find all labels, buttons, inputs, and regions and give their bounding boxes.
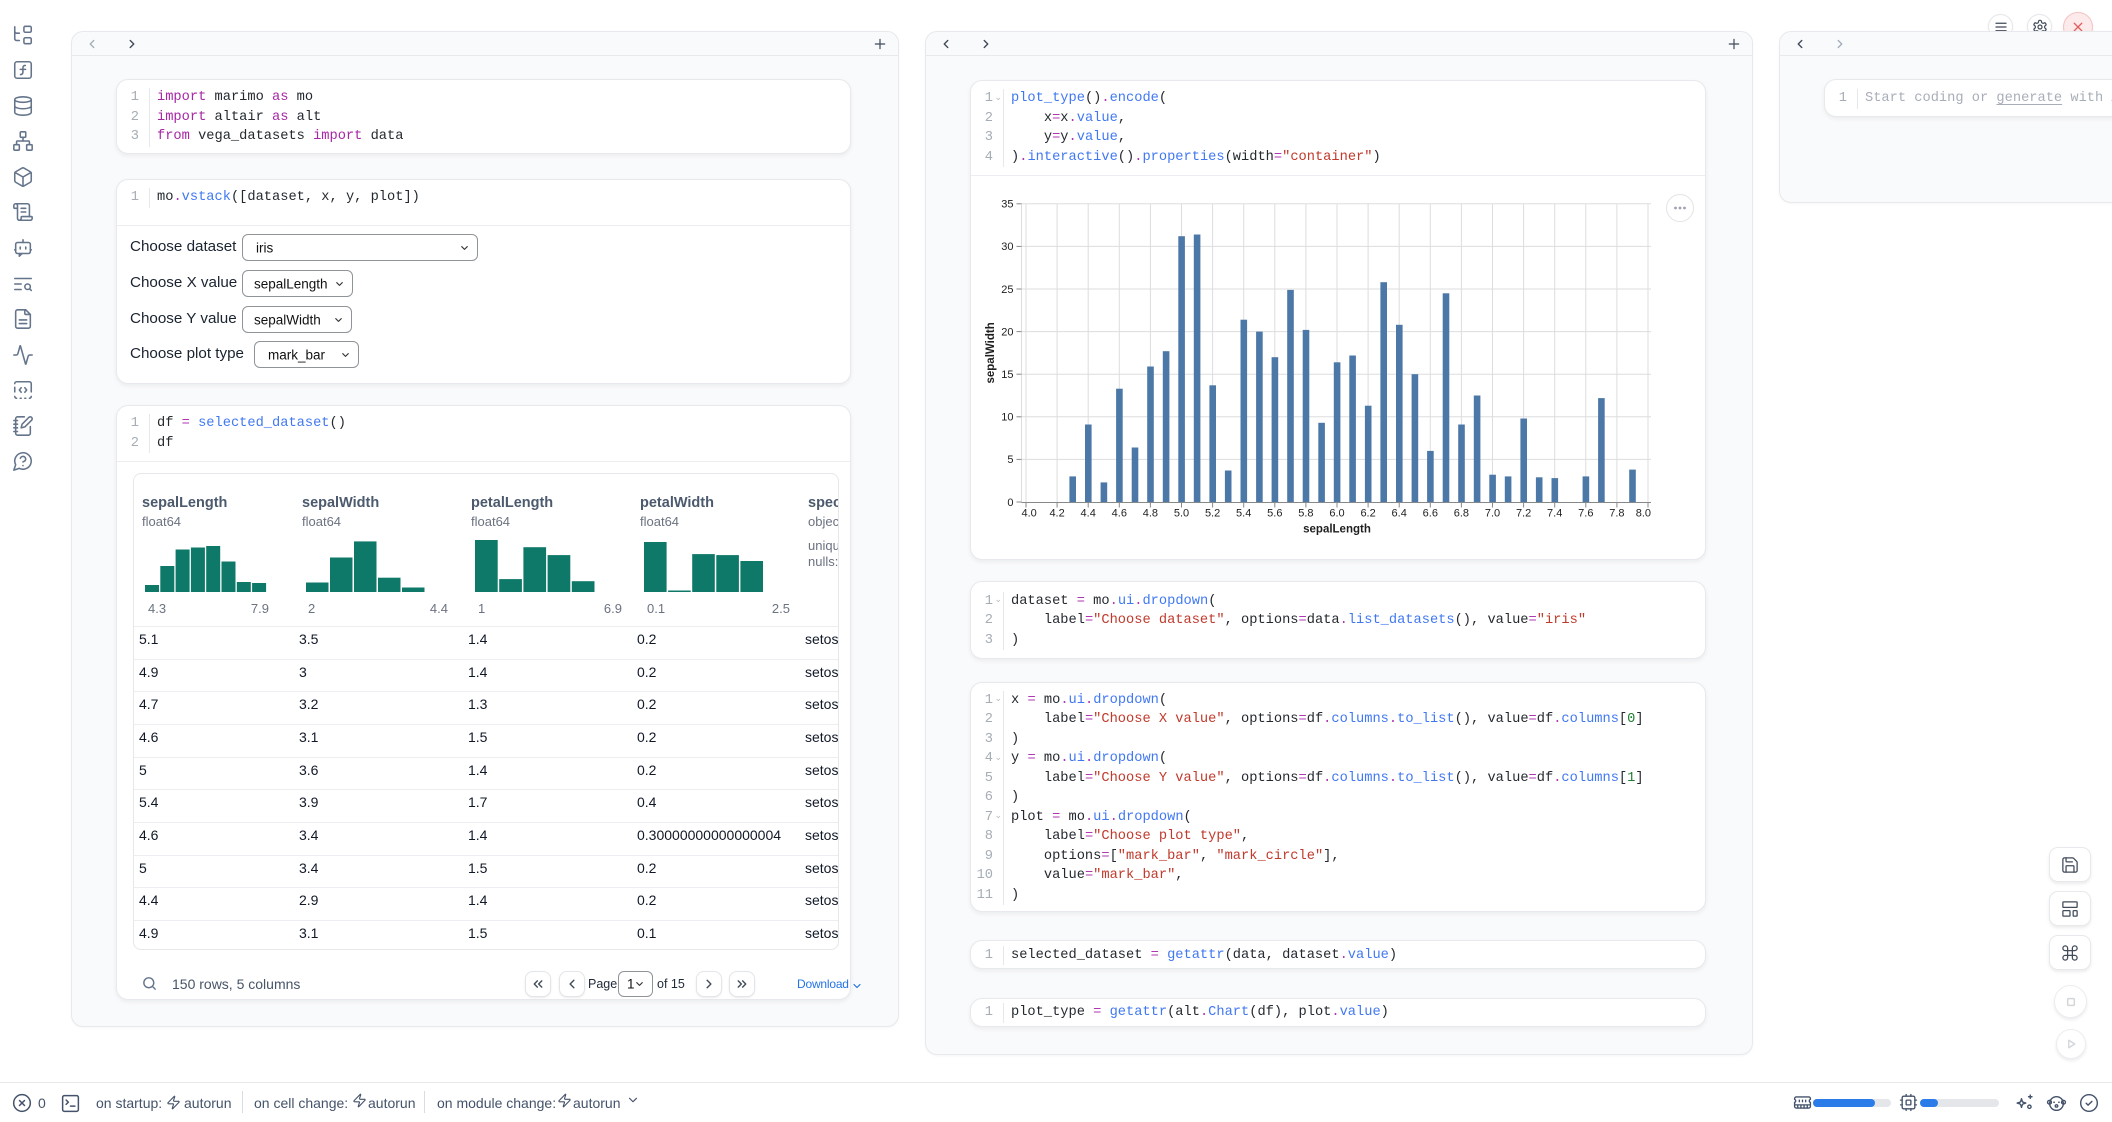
svg-text:4.0: 4.0: [1022, 508, 1037, 520]
svg-text:5.4: 5.4: [1236, 508, 1251, 520]
svg-text:5: 5: [1007, 454, 1013, 466]
svg-text:35: 35: [1001, 199, 1013, 211]
svg-text:5.0: 5.0: [1174, 508, 1189, 520]
svg-text:25: 25: [1001, 284, 1013, 296]
svg-text:7.4: 7.4: [1547, 508, 1562, 520]
svg-text:4.8: 4.8: [1143, 508, 1158, 520]
svg-text:6.0: 6.0: [1329, 508, 1344, 520]
svg-text:5.2: 5.2: [1205, 508, 1220, 520]
svg-text:sepalLength: sepalLength: [1303, 524, 1371, 536]
svg-text:4.4: 4.4: [1081, 508, 1096, 520]
svg-text:5.8: 5.8: [1298, 508, 1313, 520]
svg-text:sepalWidth: sepalWidth: [985, 322, 997, 383]
svg-text:7.8: 7.8: [1609, 508, 1624, 520]
svg-text:4.2: 4.2: [1049, 508, 1064, 520]
svg-text:20: 20: [1001, 326, 1013, 338]
svg-text:6.4: 6.4: [1392, 508, 1407, 520]
svg-text:6.6: 6.6: [1423, 508, 1438, 520]
svg-text:0: 0: [1007, 497, 1013, 509]
svg-text:8.0: 8.0: [1636, 508, 1651, 520]
svg-text:15: 15: [1001, 369, 1013, 381]
svg-text:30: 30: [1001, 241, 1013, 253]
svg-text:7.0: 7.0: [1485, 508, 1500, 520]
svg-text:4.6: 4.6: [1112, 508, 1127, 520]
svg-text:5.6: 5.6: [1267, 508, 1282, 520]
svg-text:6.2: 6.2: [1360, 508, 1375, 520]
svg-text:7.6: 7.6: [1578, 508, 1593, 520]
svg-text:7.2: 7.2: [1516, 508, 1531, 520]
svg-text:6.8: 6.8: [1454, 508, 1469, 520]
svg-text:10: 10: [1001, 412, 1013, 424]
